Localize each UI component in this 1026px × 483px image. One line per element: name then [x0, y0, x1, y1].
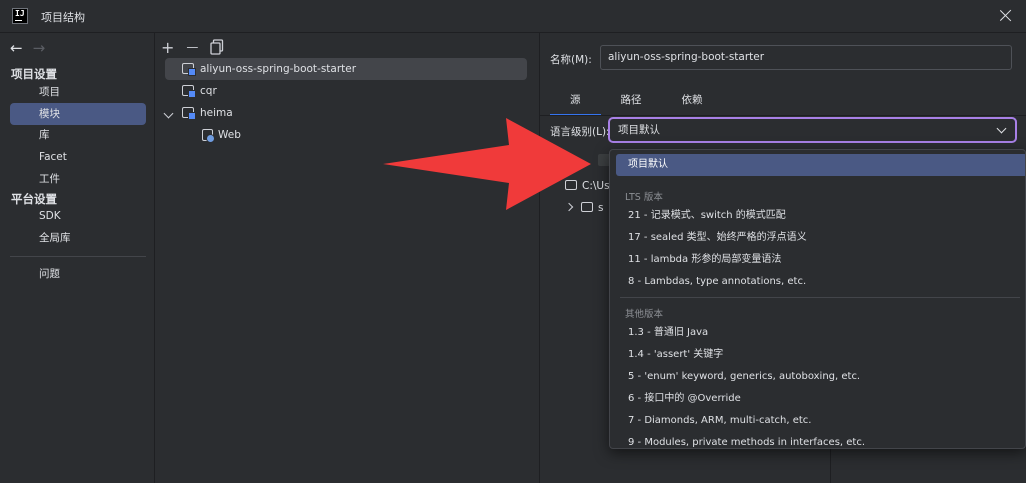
- module-folder-icon: [182, 107, 196, 120]
- sidebar-item-sdk[interactable]: SDK: [10, 205, 146, 227]
- sidebar-divider: [10, 256, 146, 257]
- dropdown-option-project-default[interactable]: 项目默认: [616, 154, 1025, 176]
- add-icon[interactable]: +: [161, 38, 174, 57]
- copy-icon[interactable]: [210, 39, 224, 55]
- language-level-dropdown: 项目默认 LTS 版本 21 - 记录模式、switch 的模式匹配 17 - …: [609, 149, 1026, 449]
- expand-chevron-icon[interactable]: [163, 108, 174, 119]
- window-title: 项目结构: [41, 11, 85, 24]
- web-facet-icon: [202, 129, 215, 143]
- tree-row-cqr[interactable]: cqr: [165, 80, 527, 102]
- facet-name: Web: [218, 129, 241, 141]
- dropdown-option-21[interactable]: 21 - 记录模式、switch 的模式匹配: [616, 205, 1025, 227]
- tab-dependencies[interactable]: 依赖: [662, 86, 723, 116]
- name-label: 名称(M):: [550, 54, 592, 66]
- dropdown-option-6[interactable]: 6 - 接口中的 @Override: [616, 388, 1025, 410]
- dropdown-option-5[interactable]: 5 - 'enum' keyword, generics, autoboxing…: [616, 366, 1025, 388]
- module-name-input[interactable]: aliyun-oss-spring-boot-starter: [600, 45, 1012, 70]
- dropdown-option-9[interactable]: 9 - Modules, private methods in interfac…: [616, 432, 1025, 448]
- dropdown-option-1-4[interactable]: 1.4 - 'assert' 关键字: [616, 344, 1025, 366]
- forward-arrow-icon[interactable]: →: [33, 39, 46, 57]
- tree-row-aliyun-oss[interactable]: aliyun-oss-spring-boot-starter: [165, 58, 527, 80]
- dropdown-option-1-3[interactable]: 1.3 - 普通旧 Java: [616, 322, 1025, 344]
- dropdown-separator: [620, 297, 1020, 298]
- sidebar-item-project[interactable]: 项目: [10, 81, 146, 103]
- dropdown-option-8[interactable]: 8 - Lambdas, type annotations, etc.: [616, 271, 1025, 293]
- panel-divider: [830, 446, 831, 483]
- back-arrow-icon[interactable]: ←: [10, 39, 23, 57]
- language-level-select[interactable]: 项目默认: [608, 117, 1017, 143]
- module-name: cqr: [200, 85, 217, 97]
- module-name: aliyun-oss-spring-boot-starter: [200, 63, 357, 75]
- title-bar: IJ 项目结构: [0, 0, 1026, 33]
- sidebar-item-global-libraries[interactable]: 全局库: [10, 227, 146, 249]
- sidebar-item-facets[interactable]: Facet: [10, 146, 146, 168]
- intellij-logo-icon: IJ: [12, 8, 28, 24]
- module-name: heima: [200, 107, 233, 119]
- module-tree-panel: + — aliyun-oss-spring-boot-starter cqr h…: [155, 33, 540, 483]
- navigation-arrows: ← →: [10, 39, 45, 57]
- module-toolbar: + —: [161, 37, 224, 57]
- remove-icon[interactable]: —: [186, 40, 198, 54]
- dropdown-option-11[interactable]: 11 - lambda 形参的局部变量语法: [616, 249, 1025, 271]
- sidebar-item-problems[interactable]: 问题: [10, 263, 146, 285]
- sidebar-item-libraries[interactable]: 库: [10, 124, 146, 146]
- close-icon[interactable]: [996, 6, 1016, 26]
- project-settings-heading: 项目设置: [11, 67, 57, 81]
- red-annotation-arrow-icon: [383, 118, 591, 210]
- dropdown-option-17[interactable]: 17 - sealed 类型、始终严格的浮点语义: [616, 227, 1025, 249]
- logo-text: IJ: [15, 9, 25, 18]
- sidebar-item-artifacts[interactable]: 工件: [10, 168, 146, 190]
- module-folder-icon: [182, 63, 196, 76]
- dropdown-option-7[interactable]: 7 - Diamonds, ARM, multi-catch, etc.: [616, 410, 1025, 432]
- other-versions-heading: 其他版本: [625, 309, 664, 320]
- chevron-down-icon: [996, 123, 1007, 134]
- language-level-value: 项目默认: [618, 124, 660, 136]
- module-folder-icon: [182, 85, 196, 98]
- sidebar-item-modules[interactable]: 模块: [10, 103, 146, 125]
- settings-sidebar: ← → 项目设置 项目 模块 库 Facet 工件 平台设置 SDK 全局库 问…: [0, 33, 155, 483]
- lts-group-heading: LTS 版本: [625, 192, 663, 203]
- arrow-shape: [383, 118, 591, 210]
